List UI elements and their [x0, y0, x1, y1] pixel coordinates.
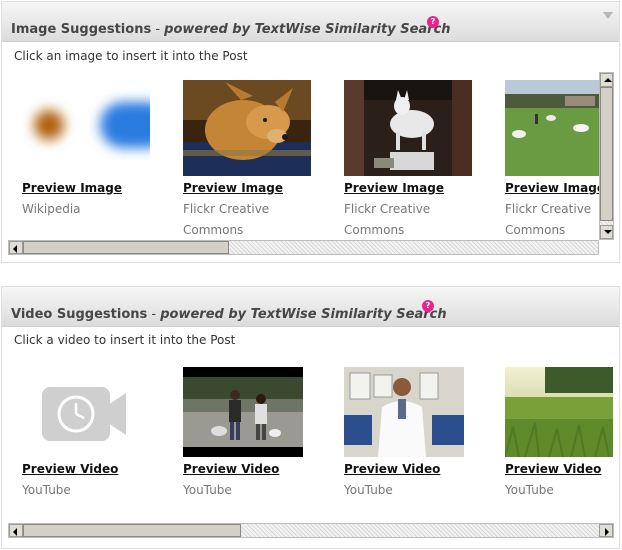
video-camera-placeholder-icon[interactable]: [22, 367, 142, 457]
scroll-left-button[interactable]: [9, 241, 23, 254]
video-panel-title-text: Video Suggestions: [11, 307, 148, 322]
dogs-on-lawn-photo[interactable]: [505, 80, 599, 176]
image-source: Flickr Creative Commons: [183, 202, 270, 237]
preview-video-link[interactable]: Preview Video: [183, 462, 279, 476]
image-source: Wikipedia: [22, 202, 81, 216]
arrow-up-icon: [604, 78, 612, 82]
vertical-scroll-thumb[interactable]: [600, 87, 613, 221]
image-panel-header[interactable]: Image Suggestions - powered by TextWise …: [2, 2, 619, 42]
video-panel-header[interactable]: Video Suggestions - powered by TextWise …: [2, 287, 619, 327]
video-instruction: Click a video to insert it into the Post: [14, 333, 236, 347]
image-horizontal-scrollbar[interactable]: [8, 240, 599, 255]
image-panel-title-text: Image Suggestions: [11, 22, 152, 37]
image-panel-title: Image Suggestions - powered by TextWise …: [11, 22, 451, 37]
preview-video-link[interactable]: Preview Video: [344, 462, 440, 476]
preview-video-link[interactable]: Preview Video: [505, 462, 601, 476]
video-panel-title: Video Suggestions - powered by TextWise …: [11, 307, 447, 322]
video-carousel: Preview Video YouTube Preview Video YouT…: [5, 367, 613, 517]
arrow-left-icon: [13, 245, 17, 253]
image-vertical-scrollbar[interactable]: [599, 72, 614, 240]
help-icon[interactable]: ?: [422, 300, 434, 312]
video-suggestions-panel: Video Suggestions - powered by TextWise …: [1, 286, 620, 549]
horizontal-scroll-thumb[interactable]: [23, 524, 241, 537]
arrow-left-icon: [13, 528, 17, 536]
doctor-video[interactable]: [344, 367, 464, 457]
scroll-down-button[interactable]: [600, 225, 613, 239]
video-horizontal-scrollbar[interactable]: [8, 523, 614, 538]
video-source: YouTube: [344, 483, 393, 497]
preview-image-link[interactable]: Preview Image: [22, 181, 122, 195]
title-separator: -: [151, 22, 165, 37]
video-source: YouTube: [183, 483, 232, 497]
powered-by-text: powered by TextWise Similarity Search: [160, 307, 447, 322]
horizontal-scroll-thumb[interactable]: [23, 241, 229, 254]
scroll-left-button[interactable]: [9, 524, 23, 537]
arrow-down-icon: [604, 230, 612, 234]
powered-by-text: powered by TextWise Similarity Search: [164, 22, 451, 37]
image-source: Flickr Creative Commons: [505, 202, 592, 237]
image-suggestions-panel: Image Suggestions - powered by TextWise …: [1, 1, 620, 263]
scroll-right-button[interactable]: [599, 524, 613, 537]
help-icon[interactable]: ?: [427, 16, 439, 28]
arrow-right-icon: [605, 528, 609, 536]
preview-image-link[interactable]: Preview Image: [344, 181, 444, 195]
title-separator: -: [147, 307, 161, 322]
blurred-dots-image[interactable]: [22, 80, 150, 176]
image-carousel: Preview Image Wikipedia Preview Image Fl…: [5, 80, 599, 240]
image-source: Flickr Creative Commons: [344, 202, 431, 237]
preview-video-link[interactable]: Preview Video: [22, 462, 118, 476]
image-instruction: Click an image to insert it into the Pos…: [14, 49, 248, 63]
video-source: YouTube: [505, 483, 554, 497]
dog-photo[interactable]: [183, 80, 311, 176]
video-source: YouTube: [22, 483, 71, 497]
preview-image-link[interactable]: Preview Image: [505, 181, 599, 195]
grass-field-video[interactable]: [505, 367, 613, 457]
dog-statue-photo[interactable]: [344, 80, 472, 176]
preview-image-link[interactable]: Preview Image: [183, 181, 283, 195]
people-walking-dog-video[interactable]: [183, 367, 303, 457]
scroll-up-button[interactable]: [600, 73, 613, 87]
collapse-arrow-icon[interactable]: [603, 12, 613, 19]
